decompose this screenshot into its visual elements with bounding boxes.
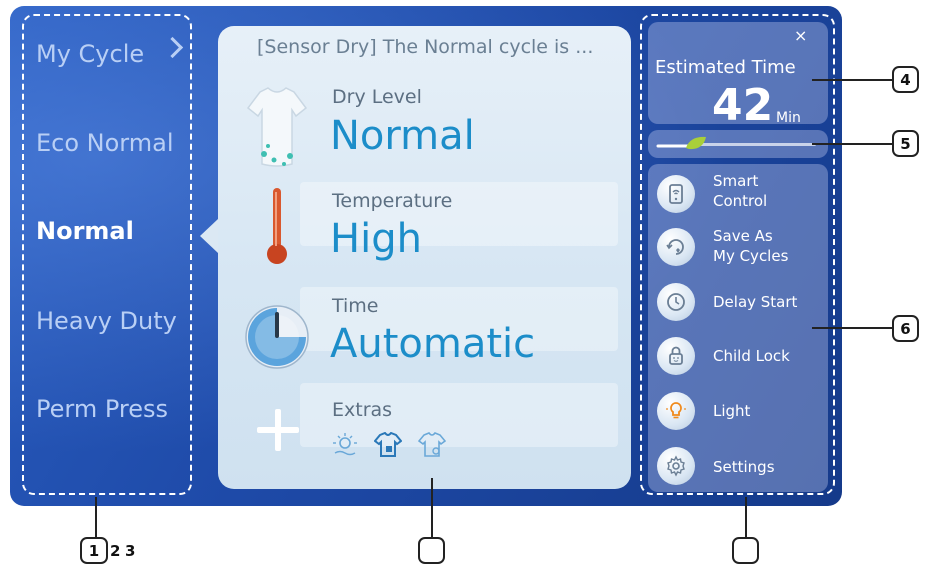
dry-level-label: Dry Level (332, 86, 422, 108)
child-lock-icon[interactable] (657, 337, 695, 375)
callout-line-6 (812, 327, 892, 329)
estimated-time-unit: Min (776, 110, 801, 126)
callout-mid (418, 537, 445, 564)
delay-start-icon[interactable] (657, 283, 695, 321)
cycle-eco-normal[interactable]: Eco Normal (36, 129, 174, 157)
cycle-normal[interactable]: Normal (36, 217, 134, 245)
selected-cycle-pointer (200, 219, 218, 253)
thermometer-icon[interactable] (262, 186, 292, 266)
options-card (648, 164, 828, 492)
estimated-time-label: Estimated Time (655, 57, 796, 78)
add-extras-icon[interactable] (253, 405, 303, 455)
settings-icon[interactable] (657, 447, 695, 485)
extras-label: Extras (332, 399, 393, 421)
temperature-label: Temperature (332, 190, 453, 212)
cycle-my-cycle[interactable]: My Cycle (36, 40, 144, 68)
callout-6: 6 (892, 315, 919, 342)
menu-label-child-lock[interactable]: Child Lock (713, 346, 790, 366)
callout-5: 5 (892, 130, 919, 157)
save-cycle-icon[interactable] (657, 228, 695, 266)
estimated-time-value: 42 (712, 80, 774, 131)
progress-track (700, 143, 816, 146)
callout-2: 2 (110, 542, 121, 560)
cycle-description: [Sensor Dry] The Normal cycle is ... (257, 36, 594, 58)
menu-label-delay-start[interactable]: Delay Start (713, 292, 797, 312)
menu-label-settings[interactable]: Settings (713, 457, 775, 477)
time-label: Time (332, 295, 379, 317)
shirt-refresh-icon[interactable] (374, 432, 402, 458)
menu-label-smart-control[interactable]: Smart Control (713, 171, 767, 211)
callout-line-mid (431, 478, 433, 538)
timer-dial-icon[interactable] (244, 304, 310, 370)
callout-line-1 (95, 497, 97, 537)
dry-level-value[interactable]: Normal (330, 113, 475, 159)
callout-1: 1 (80, 537, 108, 564)
smart-control-icon[interactable] (657, 175, 695, 213)
callout-4: 4 (892, 66, 919, 93)
close-icon[interactable]: × (794, 26, 807, 45)
menu-label-save-cycle[interactable]: Save As My Cycles (713, 226, 788, 266)
menu-label-light[interactable]: Light (713, 401, 750, 421)
shirt-icon[interactable] (246, 86, 308, 170)
eco-leaf-icon (656, 136, 706, 150)
callout-line-right (745, 497, 747, 537)
cycle-perm-press[interactable]: Perm Press (36, 395, 168, 423)
callout-line-4 (812, 79, 892, 81)
wrinkle-prevent-icon[interactable] (332, 432, 358, 458)
callout-3: 3 (125, 542, 136, 560)
callout-right (732, 537, 759, 564)
time-value[interactable]: Automatic (330, 321, 535, 367)
callout-line-5 (812, 143, 892, 145)
temperature-value[interactable]: High (330, 216, 422, 262)
shirt-dry-icon[interactable] (418, 432, 446, 458)
light-icon[interactable] (657, 392, 695, 430)
cycle-heavy-duty[interactable]: Heavy Duty (36, 307, 177, 335)
